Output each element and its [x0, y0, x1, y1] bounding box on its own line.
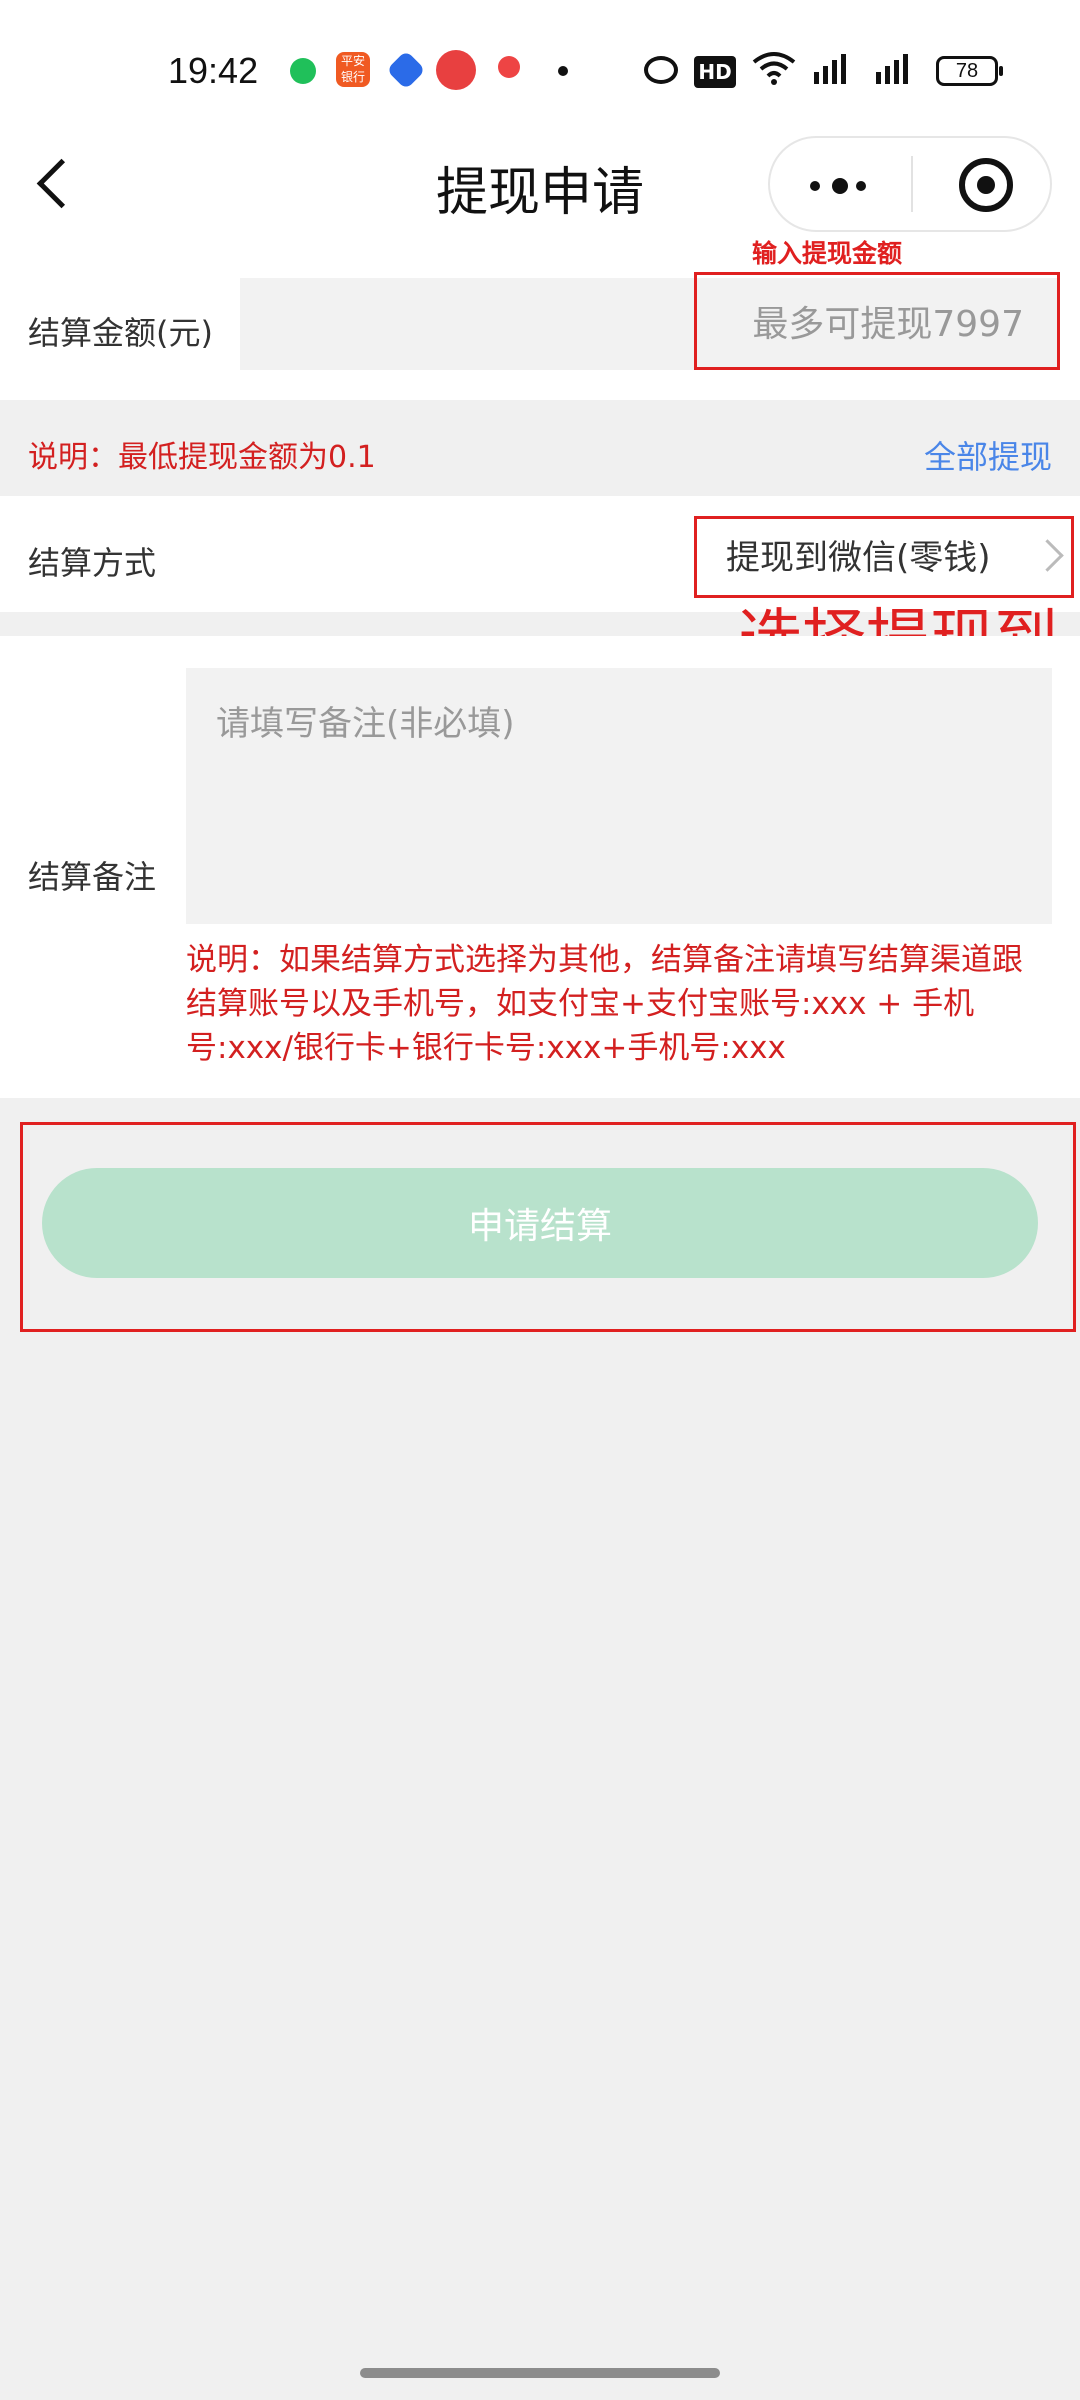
home-indicator[interactable] [360, 2368, 720, 2378]
location-icon [498, 56, 520, 78]
more-dot [856, 181, 866, 191]
remark-textarea[interactable] [186, 668, 1052, 924]
method-value[interactable]: 提现到微信(零钱) [726, 530, 991, 579]
remark-note: 说明：如果结算方式选择为其他，结算备注请填写结算渠道跟结算账号以及手机号，如支付… [186, 942, 1023, 1066]
app-icon [386, 50, 426, 90]
capsule-divider [911, 156, 913, 212]
wechat-like-icon [290, 58, 316, 84]
amount-input[interactable] [240, 278, 1060, 370]
amount-annotation: 输入提现金额 [752, 239, 903, 268]
jd-icon [436, 50, 476, 90]
signal-5g-icon [814, 54, 846, 84]
alarm-icon [644, 56, 678, 84]
withdraw-all-link[interactable]: 全部提现 [924, 432, 1052, 478]
amount-label: 结算金额(元) [28, 314, 213, 352]
close-target-icon[interactable] [959, 158, 1013, 212]
signal-5g-icon [876, 54, 908, 84]
more-dot [810, 181, 820, 191]
remark-label: 结算备注 [28, 858, 157, 896]
status-bar: 19:42 平安 银行 HD 78 [0, 0, 1080, 140]
miniprogram-capsule [768, 136, 1052, 232]
min-amount-note: 说明：最低提现金额为0.1 [28, 440, 376, 475]
hd-icon: HD [694, 56, 736, 88]
battery-icon: 78 [936, 56, 1003, 86]
submit-button[interactable]: 申请结算 [42, 1168, 1038, 1278]
wifi-icon [752, 52, 796, 85]
more-icon[interactable] [810, 178, 870, 194]
more-dot [832, 178, 848, 194]
method-label: 结算方式 [28, 544, 157, 582]
notification-dot-icon [558, 66, 568, 76]
status-time: 19:42 [168, 50, 259, 91]
pingan-bank-icon: 平安 银行 [336, 52, 370, 87]
